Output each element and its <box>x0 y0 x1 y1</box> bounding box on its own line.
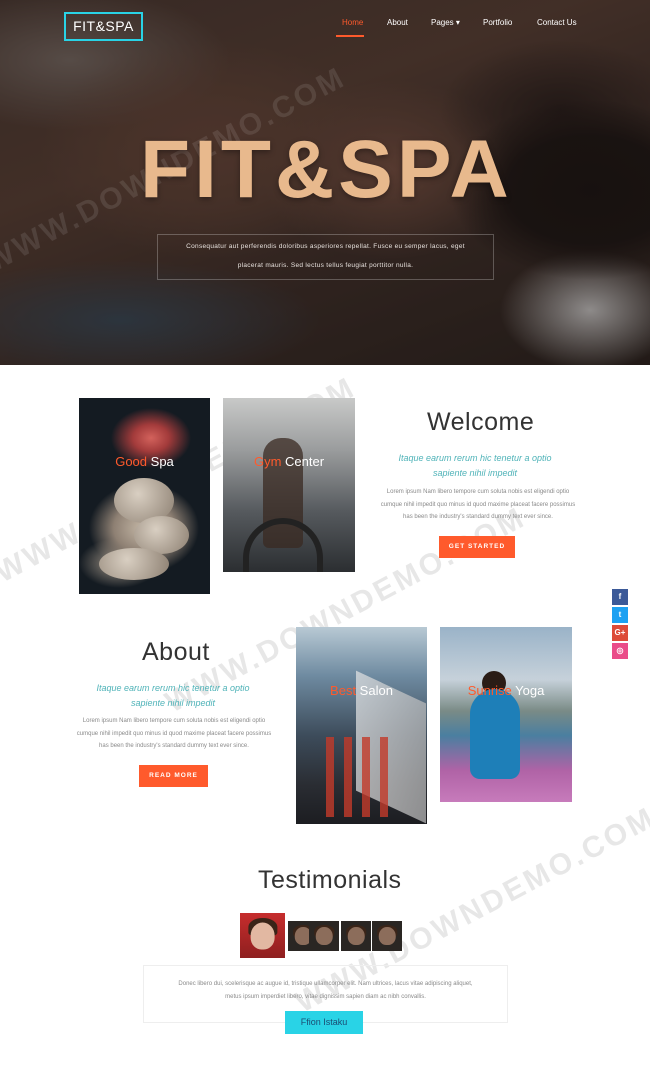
hero-title: FIT&SPA <box>140 124 513 215</box>
about-body: Lorem ipsum Nam libero tempore cum solut… <box>76 718 272 749</box>
about-subtitle: Itaque earum rerum hic tenetur a optio s… <box>96 683 250 708</box>
service-card-salon[interactable]: Best Salon <box>296 627 427 824</box>
nav-item-contact[interactable]: Contact Us <box>537 18 577 27</box>
service-label: Sunrise Yoga <box>467 683 545 698</box>
nav-active-indicator <box>336 35 364 37</box>
nav-item-pages[interactable]: Pages ▾ <box>431 18 460 27</box>
face-shape <box>378 927 396 945</box>
welcome-title: Welcome <box>427 408 535 436</box>
hero-description: Consequatur aut perferendis doloribus as… <box>157 234 494 280</box>
site-logo[interactable]: FIT&SPA <box>64 12 143 41</box>
testimonial-avatar[interactable] <box>309 921 339 951</box>
yoga-person <box>470 689 520 779</box>
hero-banner: WWW.DOWNDEMO.COM FIT&SPA Home About Page… <box>0 0 650 365</box>
salon-chairs <box>326 737 396 817</box>
twitter-icon[interactable]: t <box>612 607 628 623</box>
facebook-icon[interactable]: f <box>612 589 628 605</box>
stone-shape <box>99 548 169 580</box>
about-title: About <box>142 638 210 666</box>
service-card-spa[interactable]: Good Spa <box>79 398 210 594</box>
get-started-button[interactable]: GET STARTED <box>439 536 515 558</box>
service-card-yoga[interactable]: Sunrise Yoga <box>440 627 572 802</box>
service-label: Best Salon <box>330 683 393 698</box>
service-card-gym[interactable]: Gym Center <box>223 398 355 572</box>
nav-item-about[interactable]: About <box>387 18 408 27</box>
hero-description-line: placerat mauris. Sed lectus tellus feugi… <box>237 262 414 269</box>
face-shape <box>315 927 333 945</box>
welcome-body: Lorem ipsum Nam libero tempore cum solut… <box>380 489 576 520</box>
testimonial-avatar[interactable] <box>372 921 402 951</box>
testimonial-author: Ffion Istaku <box>285 1011 363 1034</box>
google-plus-icon[interactable]: G+ <box>612 625 628 641</box>
service-label: Good Spa <box>115 454 174 469</box>
gym-machine <box>243 518 323 572</box>
nav-item-portfolio[interactable]: Portfolio <box>483 18 512 27</box>
hero-description-line: Consequatur aut perferendis doloribus as… <box>186 243 465 250</box>
face-shape <box>250 922 275 949</box>
nav-item-home[interactable]: Home <box>342 18 363 27</box>
testimonial-avatar[interactable] <box>341 921 371 951</box>
welcome-subtitle: Itaque earum rerum hic tenetur a optio s… <box>398 453 552 478</box>
service-label: Gym Center <box>253 454 325 469</box>
face-shape <box>347 927 365 945</box>
testimonials-title: Testimonials <box>258 866 402 894</box>
read-more-button[interactable]: READ MORE <box>139 765 208 787</box>
testimonial-avatar-active[interactable] <box>240 913 285 958</box>
dribbble-icon[interactable]: ◎ <box>612 643 628 659</box>
